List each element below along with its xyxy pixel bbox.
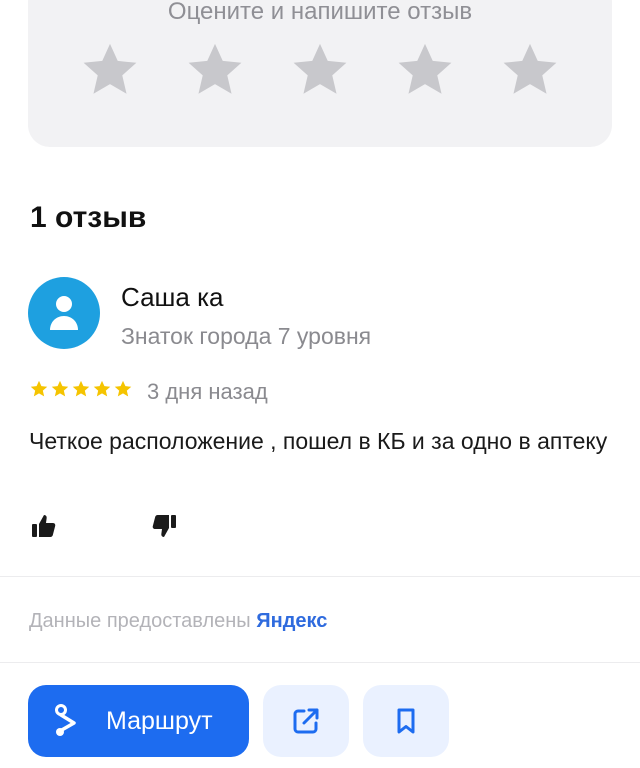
share-button[interactable] <box>263 685 349 757</box>
route-icon <box>55 704 76 736</box>
dislike-button[interactable] <box>149 511 179 541</box>
bookmark-button[interactable] <box>363 685 449 757</box>
data-attribution: Данные предоставлены Яндекс <box>29 608 327 634</box>
rating-star-icon <box>93 380 111 397</box>
rating-star-icon <box>72 380 90 397</box>
rate-star-3-icon[interactable] <box>288 38 352 102</box>
rate-star-1-icon[interactable] <box>78 38 142 102</box>
rating-star-icon <box>114 380 132 397</box>
route-button-label: Маршрут <box>106 707 213 735</box>
rating-star-icon <box>30 380 48 397</box>
divider <box>0 662 640 663</box>
route-button[interactable]: Маршрут <box>28 685 249 757</box>
rate-card: Оцените и напишите отзыв <box>28 0 612 147</box>
rating-star-icon <box>51 380 69 397</box>
share-icon <box>293 708 319 734</box>
rate-star-4-icon[interactable] <box>393 38 457 102</box>
attribution-prefix: Данные предоставлены <box>29 610 251 632</box>
bookmark-icon <box>397 708 415 734</box>
rate-star-5-icon[interactable] <box>498 38 562 102</box>
reviews-count-heading: 1 отзыв <box>30 201 147 234</box>
review-author-name[interactable]: Саша ка <box>121 282 223 312</box>
like-button[interactable] <box>29 511 59 541</box>
rate-prompt: Оцените и напишите отзыв <box>167 0 473 25</box>
review-text: Четкое расположение , пошел в КБ и за од… <box>29 428 608 454</box>
rate-star-row <box>28 38 612 102</box>
thumbs-up-icon <box>32 515 56 537</box>
rate-star-2-icon[interactable] <box>183 38 247 102</box>
divider <box>0 576 640 577</box>
thumbs-down-icon <box>152 515 176 537</box>
review-rating-stars <box>29 379 134 401</box>
user-icon <box>50 296 78 330</box>
attribution-brand-link[interactable]: Яндекс <box>256 610 327 632</box>
avatar[interactable] <box>28 277 100 349</box>
review-author-level: Знаток города 7 уровня <box>121 323 372 349</box>
review-date: 3 дня назад <box>147 379 268 404</box>
